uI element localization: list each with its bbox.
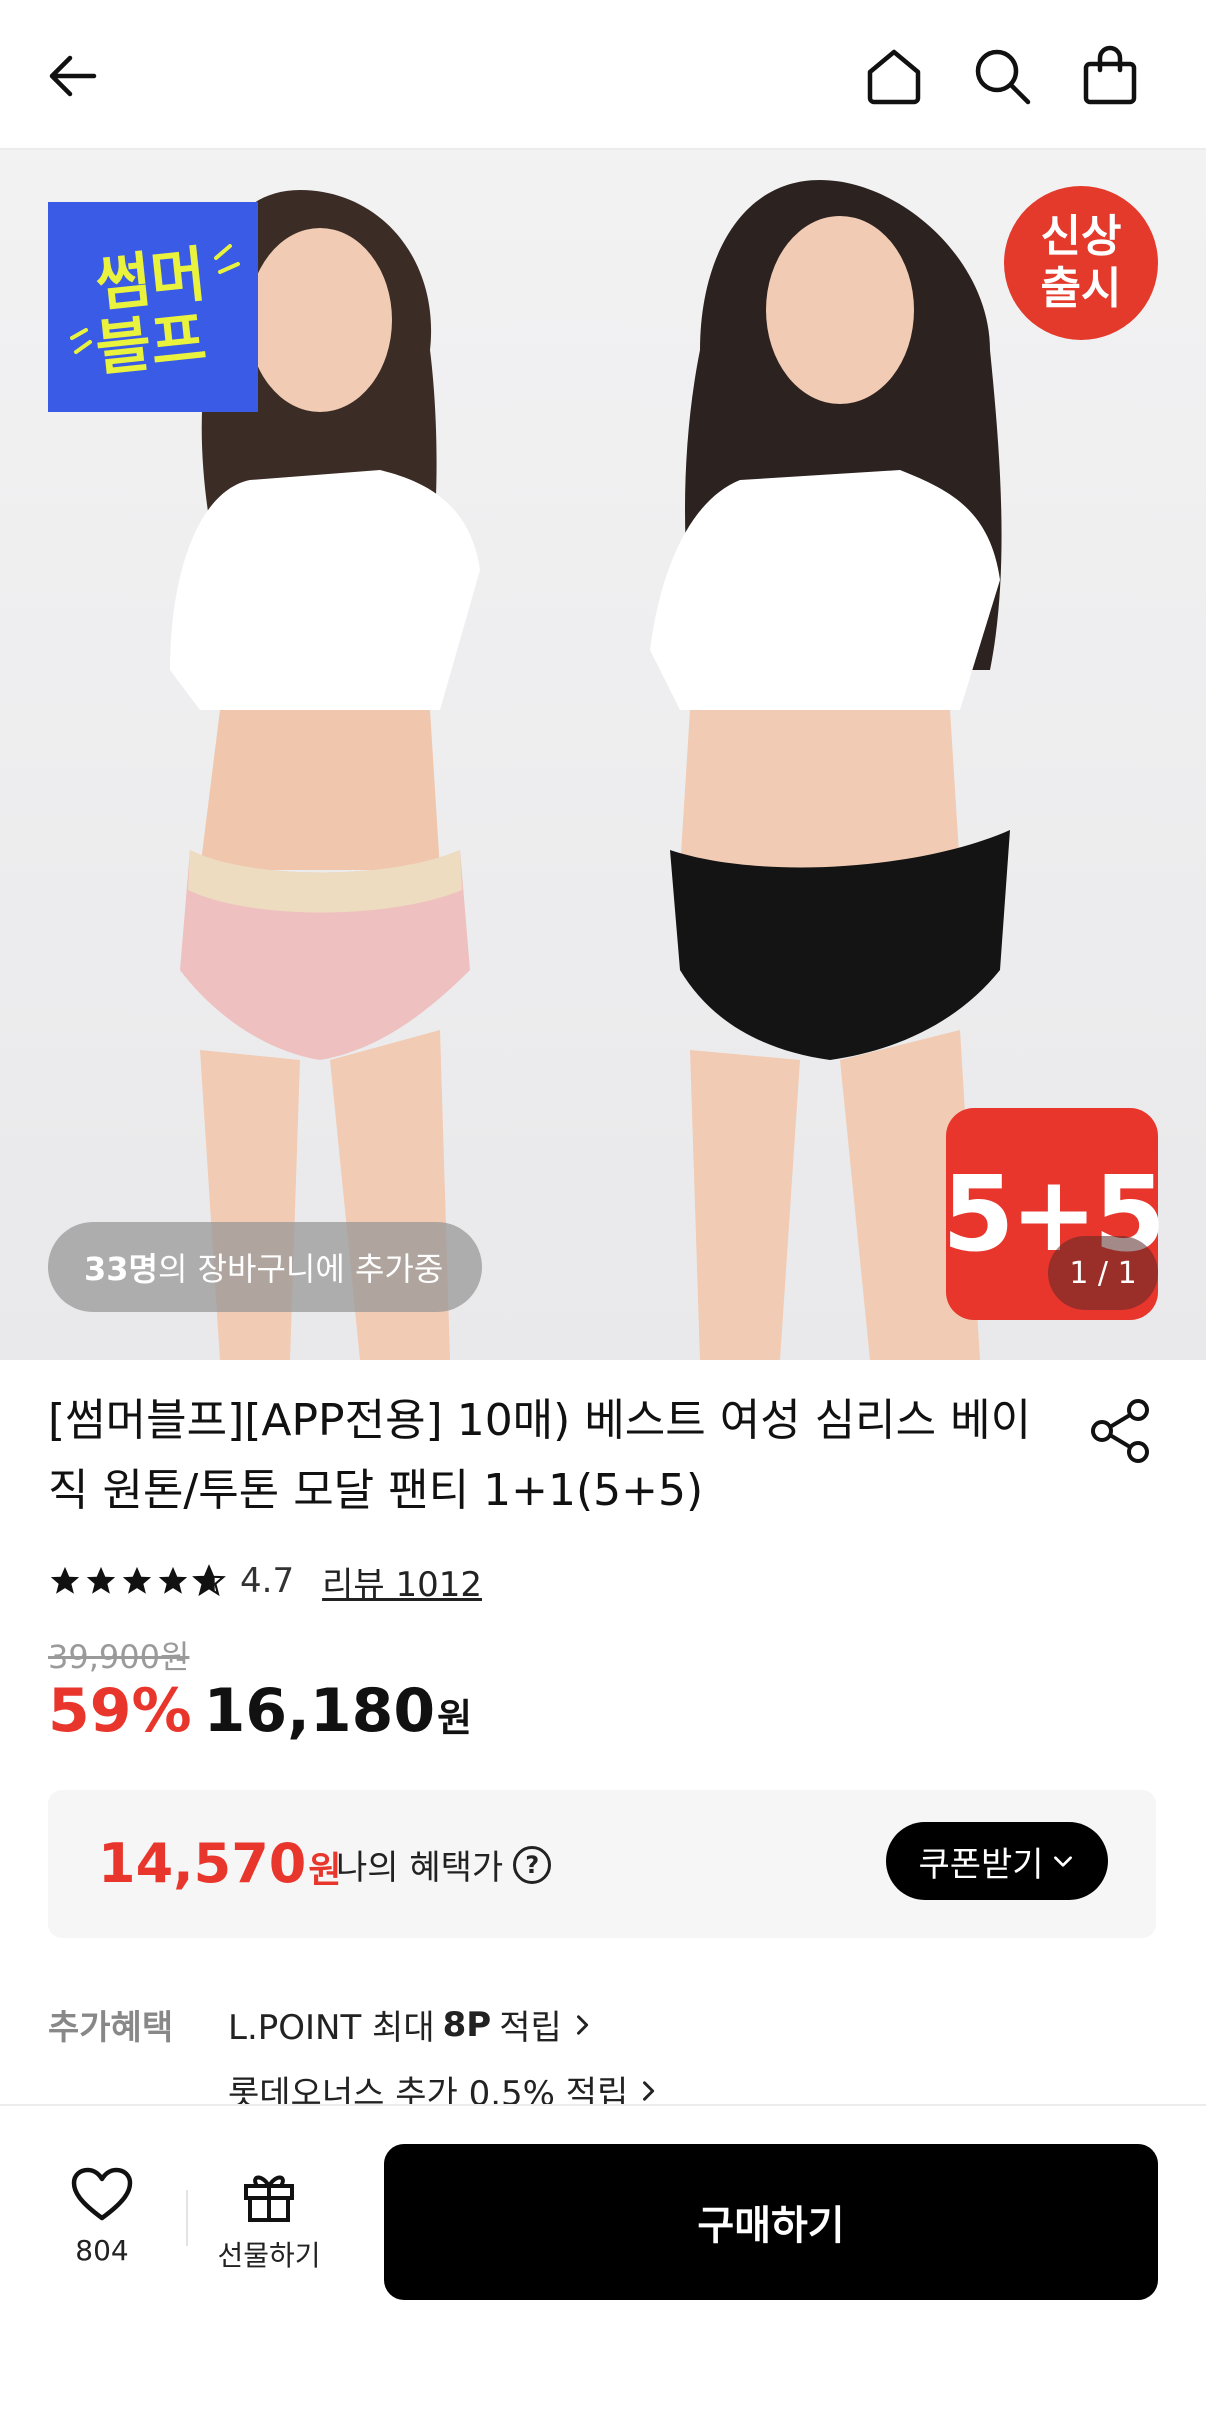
bottom-divider xyxy=(186,2190,188,2246)
benefit-label-text: 나의 혜택가 xyxy=(336,1848,504,1888)
chevron-down-icon xyxy=(1053,1856,1072,1867)
coupon-label: 쿠폰받기 xyxy=(918,1844,1044,1885)
gift-label: 선물하기 xyxy=(217,2239,321,2272)
star-icon xyxy=(122,1566,152,1594)
rating-stars xyxy=(48,1564,226,1598)
svg-text:블프: 블프 xyxy=(92,304,209,385)
new-release-badge: 신상 출시 xyxy=(1004,186,1158,340)
brand-logo: 썸머 블프 xyxy=(48,202,258,412)
lpoint-text-pre: L.POINT 최대 xyxy=(228,2008,435,2048)
bottom-action-bar: 804 선물하기 구매하기 xyxy=(0,2104,1206,2436)
new-badge-line1: 신상 xyxy=(1040,211,1122,262)
lpoint-points: 8P xyxy=(442,2004,492,2045)
share-icon xyxy=(1091,1399,1149,1463)
benefit-label: 나의 혜택가 ? xyxy=(336,1840,552,1889)
star-icon xyxy=(86,1566,116,1594)
sale-price: 16,180 xyxy=(203,1676,436,1746)
discount-rate: 59% xyxy=(48,1676,192,1746)
lpoint-text-post: 적립 xyxy=(499,2008,562,2048)
help-icon[interactable]: ? xyxy=(513,1845,552,1884)
search-icon xyxy=(975,49,1031,105)
star-icon xyxy=(158,1566,188,1594)
star-icon xyxy=(50,1566,80,1594)
image-counter: 1 / 1 xyxy=(1048,1236,1158,1310)
arrow-left-icon xyxy=(49,55,97,97)
rating-value: 4.7 xyxy=(240,1561,295,1601)
cart-activity-pill: 33명 의 장바구니에 추가중 xyxy=(48,1222,482,1312)
back-button[interactable] xyxy=(36,40,108,112)
review-link[interactable]: 리뷰 1012 xyxy=(322,1557,482,1606)
summer-black-friday-logo: 썸머 블프 xyxy=(70,240,240,385)
extra-benefits-label: 추가혜택 xyxy=(48,2008,174,2048)
chevron-right-icon xyxy=(643,2080,655,2101)
rating-row: 4.7 리뷰 1012 xyxy=(48,1556,482,1606)
share-button[interactable] xyxy=(1086,1396,1156,1466)
star-half-icon xyxy=(192,1564,226,1597)
lpoint-benefit-link[interactable]: L.POINT 최대 8P 적립 xyxy=(228,2000,596,2049)
cart-count: 33명 xyxy=(84,1250,158,1288)
price-currency: 원 xyxy=(437,1696,473,1740)
cart-text: 의 장바구니에 추가중 xyxy=(157,1250,444,1288)
wishlist-button[interactable]: 804 xyxy=(40,2166,164,2286)
new-badge-line2: 출시 xyxy=(1040,263,1122,314)
gift-button[interactable]: 선물하기 xyxy=(204,2166,334,2286)
top-header xyxy=(0,0,1206,150)
chevron-right-icon xyxy=(576,2014,588,2035)
price-row: 59% 16,180 원 xyxy=(48,1676,472,1746)
gift-icon xyxy=(244,2175,294,2222)
home-button[interactable] xyxy=(858,40,930,112)
home-icon xyxy=(867,49,921,105)
shopping-bag-icon xyxy=(1083,45,1137,105)
heart-icon xyxy=(71,2167,133,2221)
get-coupon-button[interactable]: 쿠폰받기 xyxy=(886,1822,1108,1900)
benefit-price-value: 14,570 xyxy=(98,1832,307,1895)
benefit-price-box: 14,570 원 나의 혜택가 ? 쿠폰받기 xyxy=(48,1790,1156,1938)
wishlist-count: 804 xyxy=(75,2234,129,2267)
product-image-carousel[interactable]: 썸머 블프 신상 출시 5+5 33명 의 장바구니에 추가중 1 / 1 xyxy=(0,150,1206,1360)
original-price: 39,900원 xyxy=(48,1638,190,1676)
benefit-price: 14,570 원 xyxy=(98,1832,342,1895)
search-button[interactable] xyxy=(966,40,1038,112)
buy-button[interactable]: 구매하기 xyxy=(384,2144,1158,2300)
product-title: [썸머블프][APP전용] 10매) 베스트 여성 심리스 베이직 원톤/투톤 … xyxy=(48,1395,1032,1516)
cart-button[interactable] xyxy=(1074,40,1146,112)
